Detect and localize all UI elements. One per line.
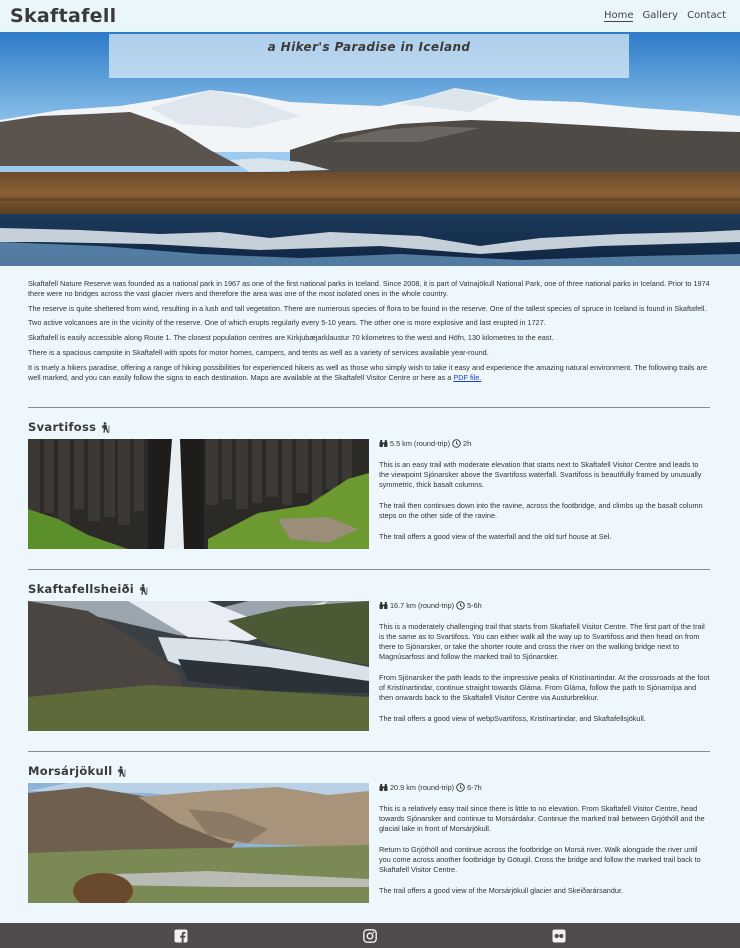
trail-distance: 20.9 km (round-trip) bbox=[390, 783, 455, 792]
trail-duration: 6-7h bbox=[467, 783, 482, 792]
intro-section: Skaftafell Nature Reserve was founded as… bbox=[28, 279, 712, 387]
trail-paragraph: This is an easy trail with moderate elev… bbox=[379, 460, 702, 489]
hero-tagline: a Hiker's Paradise in Iceland bbox=[267, 40, 471, 54]
trail-distance: 5.5 km (round-trip) bbox=[390, 439, 451, 448]
hiking-icon bbox=[118, 765, 126, 777]
intro-paragraph: The reserve is quite sheltered from wind… bbox=[28, 303, 707, 313]
site-logo[interactable]: Skaftafell bbox=[10, 5, 117, 27]
morsarjokull-image bbox=[28, 783, 369, 903]
intro-paragraph: Two active volcanoes are in the vicinity… bbox=[28, 318, 546, 328]
clock-icon bbox=[456, 601, 465, 610]
trail-meta: 5.5 km (round-trip) 2h bbox=[379, 439, 710, 448]
trail-name: Svartifoss bbox=[28, 420, 97, 434]
section-divider bbox=[28, 407, 710, 408]
trail-paragraph: The trail offers a good view of webpSvar… bbox=[379, 714, 646, 723]
trail-duration: 5-6h bbox=[467, 601, 482, 610]
nav-gallery-link[interactable]: Gallery bbox=[642, 10, 678, 22]
hiking-icon bbox=[102, 421, 110, 433]
instagram-icon[interactable] bbox=[363, 929, 377, 943]
hiking-icon bbox=[140, 583, 148, 595]
trail-distance: 16.7 km (round-trip) bbox=[390, 601, 455, 610]
site-header: Skaftafell Home Gallery Contact bbox=[0, 0, 740, 32]
trail-meta: 20.9 km (round-trip) 6-7h bbox=[379, 783, 710, 792]
binoculars-icon bbox=[379, 440, 388, 447]
clock-icon bbox=[456, 783, 465, 792]
trail-paragraph: The trail offers a good view of the wate… bbox=[379, 532, 612, 541]
section-divider bbox=[28, 569, 710, 570]
trail-description: 16.7 km (round-trip) 5-6h This is a mode… bbox=[379, 601, 710, 735]
trail-paragraph: The trail offers a good view of the Mors… bbox=[379, 886, 624, 895]
tagline-box: a Hiker's Paradise in Iceland bbox=[109, 34, 629, 78]
main-nav: Home Gallery Contact bbox=[603, 10, 726, 22]
trail-description: 5.5 km (round-trip) 2h This is an easy t… bbox=[379, 439, 710, 553]
binoculars-icon bbox=[379, 784, 388, 791]
trail-meta: 16.7 km (round-trip) 5-6h bbox=[379, 601, 710, 610]
trail-name: Skaftafellsheiði bbox=[28, 582, 135, 596]
hero-image: a Hiker's Paradise in Iceland bbox=[0, 32, 740, 266]
facebook-icon[interactable] bbox=[174, 929, 188, 943]
trail-title: Skaftafellsheiði bbox=[28, 582, 148, 596]
trail-paragraph: This is a relatively easy trail since th… bbox=[379, 804, 705, 833]
trail-description: 20.9 km (round-trip) 6-7h This is a rela… bbox=[379, 783, 710, 907]
nav-home-link[interactable]: Home bbox=[603, 10, 634, 22]
intro-paragraph: Skaftafell Nature Reserve was founded as… bbox=[28, 279, 710, 298]
trail-name: Morsárjökull bbox=[28, 764, 113, 778]
trail-paragraph: This is a moderately challenging trail t… bbox=[379, 622, 705, 661]
trail-duration: 2h bbox=[463, 439, 472, 448]
site-footer bbox=[0, 923, 740, 948]
trail-title: Morsárjökull bbox=[28, 764, 126, 778]
intro-paragraph: There is a spacious campsite in Skaftafe… bbox=[28, 347, 489, 357]
skaftafellsheidi-image bbox=[28, 601, 369, 731]
section-divider bbox=[28, 751, 710, 752]
binoculars-icon bbox=[379, 602, 388, 609]
trail-paragraph: Return to Grjóthóll and continue across … bbox=[379, 845, 701, 874]
intro-paragraph: Skaftafell is easily accessible along Ro… bbox=[28, 333, 554, 343]
intro-last-text: It is truely a hikers paradise, offering… bbox=[28, 362, 708, 382]
svartifoss-image bbox=[28, 439, 369, 549]
pdf-file-link[interactable]: PDF file. bbox=[453, 373, 481, 382]
flickr-icon[interactable] bbox=[552, 929, 566, 943]
clock-icon bbox=[452, 439, 461, 448]
nav-contact-link[interactable]: Contact bbox=[687, 10, 726, 22]
trail-title: Svartifoss bbox=[28, 420, 110, 434]
trail-paragraph: The trail then continues down into the r… bbox=[379, 501, 703, 520]
trail-paragraph: From Sjónarsker the path leads to the im… bbox=[379, 673, 710, 702]
intro-paragraph-last: It is truely a hikers paradise, offering… bbox=[28, 363, 712, 383]
